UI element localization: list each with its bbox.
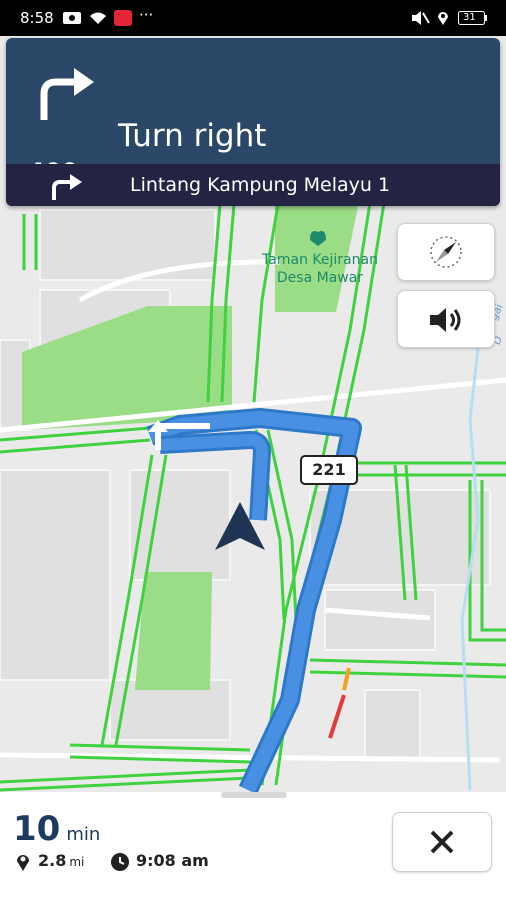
sound-button[interactable] (397, 290, 495, 348)
compass-icon (430, 236, 462, 268)
turn-right-arrow-icon (40, 68, 94, 120)
mute-icon (410, 10, 430, 30)
trip-distance-value: 2.8 (38, 851, 67, 870)
status-time: 8:58 (20, 9, 54, 27)
next-street-bar: Lintang Kampung Melayu 1 (6, 164, 500, 206)
speaker-icon (430, 308, 461, 332)
park-label: Taman Kejiranan Desa Mawar (250, 251, 390, 287)
small-turn-right-icon (52, 174, 82, 200)
trip-duration: 10 min (13, 809, 100, 849)
close-icon (430, 830, 454, 854)
park-name-line2: Desa Mawar (276, 270, 364, 286)
route-shield: 221 (300, 455, 358, 485)
media-notification-icon (62, 10, 82, 30)
arrival-time: 9:08 am (136, 851, 209, 870)
trip-distance: 2.8 mi (38, 851, 84, 870)
compass-button[interactable] (397, 223, 495, 281)
more-notifications-icon: ··· (139, 6, 154, 24)
location-icon (436, 10, 450, 30)
battery-level: 31 (463, 12, 476, 23)
trip-summary-panel[interactable]: 10 min 2.8 mi 9:08 am (0, 792, 506, 900)
app-notification-icon (114, 10, 132, 30)
status-bar: 8:58 ··· 31 (0, 0, 506, 36)
wifi-icon (88, 10, 108, 30)
navigation-banner[interactable]: 400ft Turn right Lintang Kampung Melayu … (6, 38, 500, 206)
current-location-marker (215, 502, 265, 550)
clock-icon (111, 853, 129, 871)
trip-duration-unit: min (66, 824, 101, 845)
trip-distance-unit: mi (69, 855, 85, 869)
maneuver-instruction: Turn right (118, 118, 267, 154)
distance-pin-icon (17, 855, 29, 871)
next-street-name: Lintang Kampung Melayu 1 (130, 174, 391, 196)
panel-drag-handle[interactable] (221, 792, 287, 798)
trip-duration-value: 10 (13, 809, 61, 849)
close-navigation-button[interactable] (392, 812, 492, 872)
park-name-line1: Taman Kejiranan (262, 252, 378, 268)
